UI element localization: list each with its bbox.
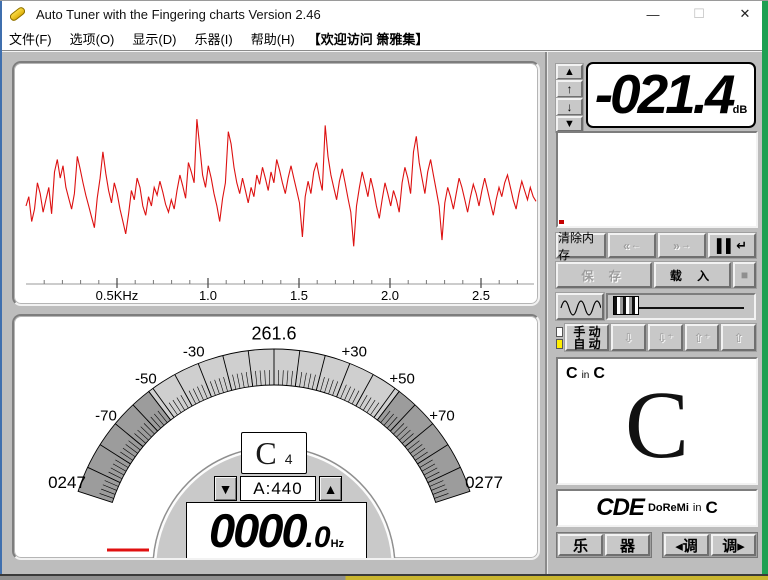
gauge-scale-label: +30 xyxy=(341,343,367,361)
svg-text:2.0: 2.0 xyxy=(381,288,399,303)
volume-slider[interactable] xyxy=(606,293,756,320)
spectrum-panel: 0.5KHz 1.0 1.5 2.0 2.5 xyxy=(12,61,540,306)
menu-item[interactable]: 乐器(I) xyxy=(185,29,241,48)
svg-text:1.0: 1.0 xyxy=(199,288,217,303)
frequency-digits: 0000 xyxy=(208,504,308,557)
note-letter: C xyxy=(255,435,277,471)
maximize-button: ☐ xyxy=(693,6,705,21)
spectrum-waveform xyxy=(25,119,537,247)
menu-item[interactable]: 选项(O) xyxy=(61,29,124,48)
load-button[interactable]: 载 入 xyxy=(654,262,731,288)
db-display: -021.4 dB xyxy=(586,62,756,128)
instrument-button-group: 乐 器 xyxy=(556,532,652,558)
level-history-box xyxy=(556,131,758,228)
save-button: 保 存 xyxy=(556,262,652,288)
svg-text:0.5KHz: 0.5KHz xyxy=(96,288,139,303)
tuner-gauge-panel: 261.6 -30 +30 -50 +50 -70 +70 0247 0277 C 4 ▼ … xyxy=(12,314,540,560)
manual-led xyxy=(556,326,563,337)
pause-button[interactable]: ▌▌ ↵ xyxy=(708,233,756,258)
gauge-max-freq-label: 0277 xyxy=(465,473,503,492)
gauge-min-freq-label: 0247 xyxy=(48,473,86,492)
db-stepper-group: ▲ ↑ ↓ ▼ xyxy=(556,64,583,132)
frequency-decimal: .0 xyxy=(305,521,331,554)
octave-shift-button: ⇩⁺ xyxy=(647,324,683,351)
solfege-notes: CDE xyxy=(596,494,645,521)
panel-divider xyxy=(545,52,547,580)
octave-shift-button: ⇧ xyxy=(721,324,756,351)
db-unit: dB xyxy=(732,104,748,116)
note-octave: 4 xyxy=(284,451,293,467)
frequency-unit: Hz xyxy=(330,538,345,550)
ref-pitch-up-button[interactable]: ▲ xyxy=(319,476,342,501)
gauge-scale-label: -50 xyxy=(135,370,157,388)
level-marker xyxy=(559,220,564,224)
gauge-scale-label: -30 xyxy=(182,343,205,361)
solfege-key: C xyxy=(705,498,718,517)
menu-item[interactable]: 文件(F) xyxy=(0,29,61,48)
solfege-in: in xyxy=(692,502,702,514)
waveform-button[interactable] xyxy=(556,293,604,320)
mode-indicator xyxy=(556,324,563,351)
gauge-scale-label: +70 xyxy=(429,407,455,425)
ref-pitch-display: A:440 xyxy=(240,476,316,501)
svg-text:1.5: 1.5 xyxy=(290,288,308,303)
key-button-group: ◂调 调▸ xyxy=(662,532,758,558)
db-digits: -021.4 xyxy=(594,63,736,125)
rewind-button: «← xyxy=(608,233,656,258)
control-panel: ▲ ↑ ↓ ▼ -021.4 dB 清除内存 «← » → ▌▌ ↵ 保 存 载 入 ■ xyxy=(548,52,762,580)
minimize-button[interactable]: — xyxy=(630,1,676,27)
key-down-button[interactable]: ◂调 xyxy=(664,534,709,556)
frequency-display: 0000 .0 Hz xyxy=(186,502,367,558)
sine-wave-icon xyxy=(560,299,601,316)
db-stepper-up-button[interactable]: ↑ xyxy=(556,80,583,98)
menu-banner: 【欢迎访问 箫雅集】 xyxy=(307,32,429,47)
title-bar: Auto Tuner with the Fingering charts Ver… xyxy=(0,1,768,27)
ref-pitch-down-button[interactable]: ▼ xyxy=(214,476,237,501)
instrument-right-button[interactable]: 器 xyxy=(605,534,650,556)
note-view-panel: Cin C C xyxy=(556,357,758,485)
solfege-word: DoReMi xyxy=(647,502,689,514)
octave-shift-button: ⇩ xyxy=(611,324,646,351)
flute-icon xyxy=(8,5,27,23)
slider-handle[interactable] xyxy=(613,296,639,315)
stop-button[interactable]: ■ xyxy=(733,262,756,288)
svg-text:2.5: 2.5 xyxy=(472,288,490,303)
clear-memory-button[interactable]: 清除内存 xyxy=(556,231,606,262)
window-title: Auto Tuner with the Fingering charts Ver… xyxy=(36,6,321,22)
menu-item[interactable]: 显示(D) xyxy=(123,29,185,48)
octave-shift-button: ⇧⁺ xyxy=(684,324,720,351)
db-stepper-down-button[interactable]: ▼ xyxy=(556,116,583,132)
app-window: Auto Tuner with the Fingering charts Ver… xyxy=(0,0,768,580)
note-display: C 4 xyxy=(241,432,307,474)
db-stepper-down-button[interactable]: ↓ xyxy=(556,98,583,116)
gauge-scale-label: +50 xyxy=(389,370,415,388)
instrument-left-button[interactable]: 乐 xyxy=(558,534,603,556)
desktop-edge-bottom xyxy=(0,574,768,580)
desktop-edge-right xyxy=(762,1,768,580)
menu-bar: 文件(F) 选项(O) 显示(D) 乐器(I) 帮助(H) 【欢迎访问 箫雅集】 xyxy=(0,27,768,51)
main-area: 0.5KHz 1.0 1.5 2.0 2.5 261.6 -30 +30 -50 +50 -70 +… xyxy=(0,52,768,580)
desktop-edge-left xyxy=(0,1,2,580)
solfege-panel: CDE DoReMi in C xyxy=(556,489,758,527)
gauge-scale-label: -70 xyxy=(95,407,117,425)
auto-led xyxy=(556,338,563,349)
forward-button: » → xyxy=(658,233,706,258)
db-stepper-up-button[interactable]: ▲ xyxy=(556,64,583,80)
key-up-button[interactable]: 调▸ xyxy=(711,534,756,556)
spectrum-chart: 0.5KHz 1.0 1.5 2.0 2.5 xyxy=(25,119,537,303)
menu-item[interactable]: 帮助(H) xyxy=(242,29,304,48)
gauge-scale-label: 261.6 xyxy=(251,323,297,344)
manual-auto-toggle[interactable]: 手 动自 动 xyxy=(565,324,609,351)
big-note-letter: C xyxy=(624,371,690,478)
